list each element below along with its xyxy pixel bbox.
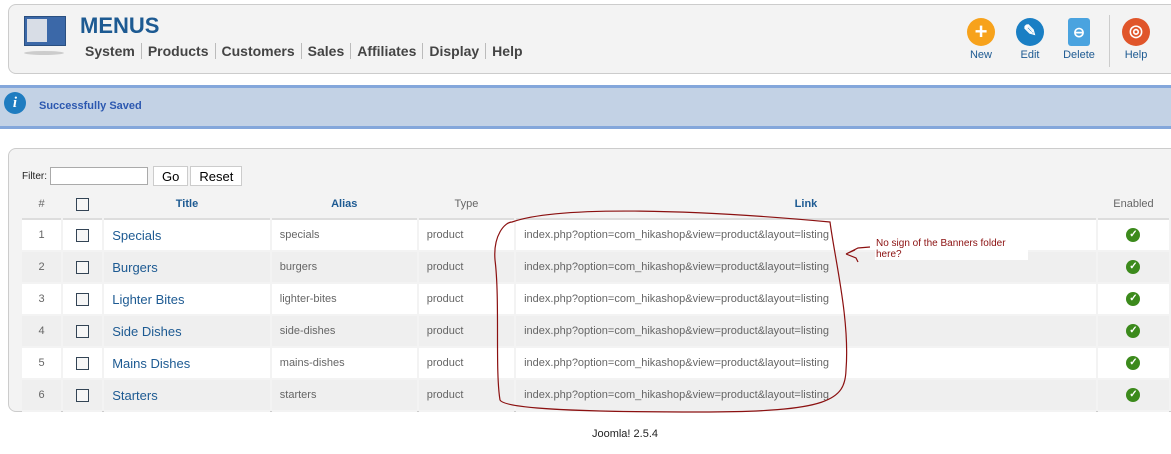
annotation-note: No sign of the Banners folder here?: [875, 236, 1028, 260]
footer-version: Joomla! 2.5.4: [591, 428, 659, 440]
hand-drawn-annotation: [494, 210, 871, 413]
